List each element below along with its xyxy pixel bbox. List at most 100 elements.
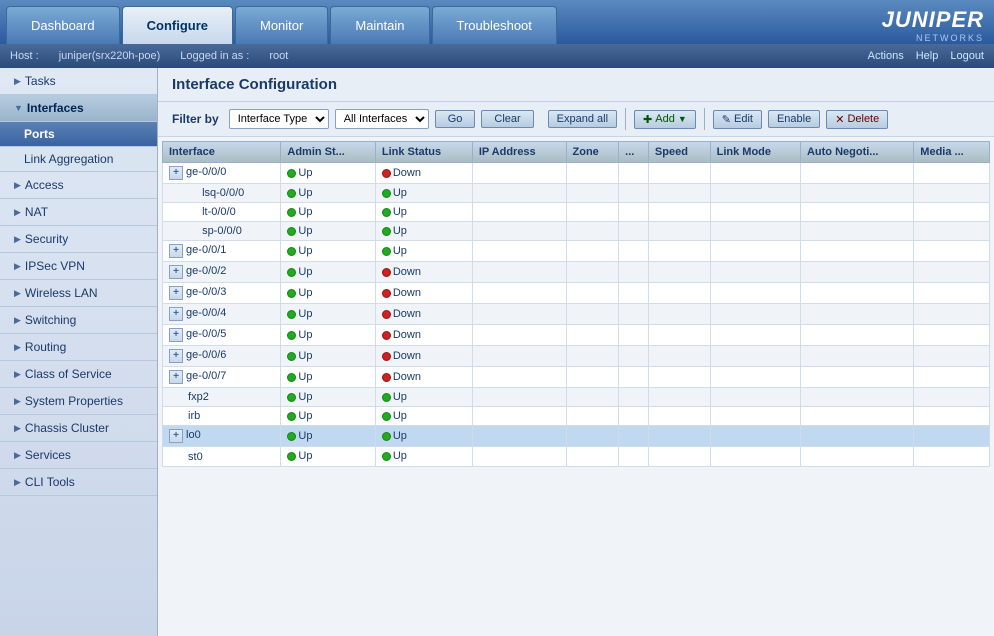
cell-zone [566, 367, 619, 388]
cell-admin-status: Up [281, 346, 375, 367]
expand-all-button[interactable]: Expand all [548, 110, 617, 128]
link-status-dot [382, 227, 391, 236]
actions-link[interactable]: Actions [868, 50, 904, 62]
table-row[interactable]: st0UpUp [163, 447, 990, 466]
link-status-dot [382, 412, 391, 421]
sidebar-item-interfaces[interactable]: ▼ Interfaces [0, 95, 157, 122]
table-row[interactable]: + ge-0/0/7UpDown [163, 367, 990, 388]
link-status-dot [382, 331, 391, 340]
tab-troubleshoot[interactable]: Troubleshoot [432, 6, 557, 44]
table-row[interactable]: + ge-0/0/4UpDown [163, 304, 990, 325]
cell-zone [566, 222, 619, 241]
sidebar-item-chassis-cluster[interactable]: ▶ Chassis Cluster [0, 415, 157, 442]
tab-dashboard[interactable]: Dashboard [6, 6, 120, 44]
sidebar-item-nat[interactable]: ▶ NAT [0, 199, 157, 226]
cell-more [619, 203, 649, 222]
col-link-status[interactable]: Link Status [375, 142, 472, 163]
table-row[interactable]: + ge-0/0/6UpDown [163, 346, 990, 367]
sidebar-sub-ports[interactable]: Ports [0, 122, 157, 147]
col-speed[interactable]: Speed [648, 142, 710, 163]
cell-more [619, 426, 649, 447]
admin-status-text: Up [298, 410, 312, 422]
cell-auto-neg [800, 426, 913, 447]
logout-link[interactable]: Logout [950, 50, 984, 62]
expand-icon[interactable]: + [169, 370, 183, 384]
table-row[interactable]: fxp2UpUp [163, 388, 990, 407]
tab-configure[interactable]: Configure [122, 6, 233, 44]
sidebar-item-access[interactable]: ▶ Access [0, 172, 157, 199]
sidebar-label-services: Services [25, 448, 71, 462]
tab-monitor[interactable]: Monitor [235, 6, 328, 44]
tab-maintain[interactable]: Maintain [330, 6, 429, 44]
table-row[interactable]: lt-0/0/0UpUp [163, 203, 990, 222]
col-more[interactable]: ... [619, 142, 649, 163]
sidebar-item-tasks[interactable]: ▶ Tasks [0, 68, 157, 95]
filter-range-select[interactable]: All Interfaces [335, 109, 429, 129]
expand-icon[interactable]: + [169, 328, 183, 342]
filter-type-select[interactable]: Interface Type [229, 109, 329, 129]
cell-link-mode [710, 447, 800, 466]
expand-icon[interactable]: + [169, 166, 183, 180]
sidebar-item-wireless-lan[interactable]: ▶ Wireless LAN [0, 280, 157, 307]
admin-status-text: Up [298, 287, 312, 299]
cell-more [619, 447, 649, 466]
sidebar-item-services[interactable]: ▶ Services [0, 442, 157, 469]
expand-icon[interactable]: + [169, 349, 183, 363]
cell-link-status: Up [375, 184, 472, 203]
expand-icon[interactable]: + [169, 429, 183, 443]
col-media[interactable]: Media ... [914, 142, 990, 163]
cell-zone [566, 304, 619, 325]
table-row[interactable]: irbUpUp [163, 407, 990, 426]
table-row[interactable]: + ge-0/0/5UpDown [163, 325, 990, 346]
expand-icon[interactable]: + [169, 307, 183, 321]
go-button[interactable]: Go [435, 110, 476, 128]
cell-link-mode [710, 367, 800, 388]
cell-more [619, 407, 649, 426]
sidebar-item-security[interactable]: ▶ Security [0, 226, 157, 253]
cell-auto-neg [800, 447, 913, 466]
table-row[interactable]: + ge-0/0/2UpDown [163, 262, 990, 283]
cell-ip [472, 346, 566, 367]
col-zone[interactable]: Zone [566, 142, 619, 163]
sidebar-item-system-properties[interactable]: ▶ System Properties [0, 388, 157, 415]
cell-zone [566, 447, 619, 466]
col-interface[interactable]: Interface [163, 142, 281, 163]
table-row[interactable]: + ge-0/0/1UpUp [163, 241, 990, 262]
clear-button[interactable]: Clear [481, 110, 533, 128]
col-link-mode[interactable]: Link Mode [710, 142, 800, 163]
sidebar-sub-link-aggregation[interactable]: Link Aggregation [0, 147, 157, 172]
col-auto-neg[interactable]: Auto Negoti... [800, 142, 913, 163]
edit-icon: ✎ [722, 113, 731, 126]
sidebar-label-cli-tools: CLI Tools [25, 475, 75, 489]
sidebar-item-class-of-service[interactable]: ▶ Class of Service [0, 361, 157, 388]
table-row[interactable]: sp-0/0/0UpUp [163, 222, 990, 241]
table-header-row: Interface Admin St... Link Status IP Add… [163, 142, 990, 163]
table-row[interactable]: + ge-0/0/3UpDown [163, 283, 990, 304]
sidebar-item-switching[interactable]: ▶ Switching [0, 307, 157, 334]
cell-admin-status: Up [281, 184, 375, 203]
edit-button[interactable]: ✎ Edit [713, 110, 762, 129]
sidebar-item-cli-tools[interactable]: ▶ CLI Tools [0, 469, 157, 496]
help-link[interactable]: Help [916, 50, 939, 62]
cell-ip [472, 304, 566, 325]
cell-link-status: Down [375, 367, 472, 388]
expand-icon[interactable]: + [169, 244, 183, 258]
delete-button[interactable]: ✕ Delete [826, 110, 888, 129]
sidebar-item-routing[interactable]: ▶ Routing [0, 334, 157, 361]
expand-icon[interactable]: + [169, 265, 183, 279]
cell-link-mode [710, 388, 800, 407]
sidebar-item-ipsec-vpn[interactable]: ▶ IPSec VPN [0, 253, 157, 280]
table-row[interactable]: lsq-0/0/0UpUp [163, 184, 990, 203]
cell-zone [566, 426, 619, 447]
table-row[interactable]: + lo0UpUp [163, 426, 990, 447]
col-ip-address[interactable]: IP Address [472, 142, 566, 163]
cell-ip [472, 388, 566, 407]
add-button[interactable]: ✚ Add ▼ [634, 110, 696, 129]
enable-button[interactable]: Enable [768, 110, 820, 128]
link-status-text: Down [393, 266, 421, 278]
expand-icon[interactable]: + [169, 286, 183, 300]
cell-interface-name: + ge-0/0/4 [163, 304, 281, 325]
table-row[interactable]: + ge-0/0/0UpDown [163, 163, 990, 184]
cell-zone [566, 388, 619, 407]
col-admin-status[interactable]: Admin St... [281, 142, 375, 163]
